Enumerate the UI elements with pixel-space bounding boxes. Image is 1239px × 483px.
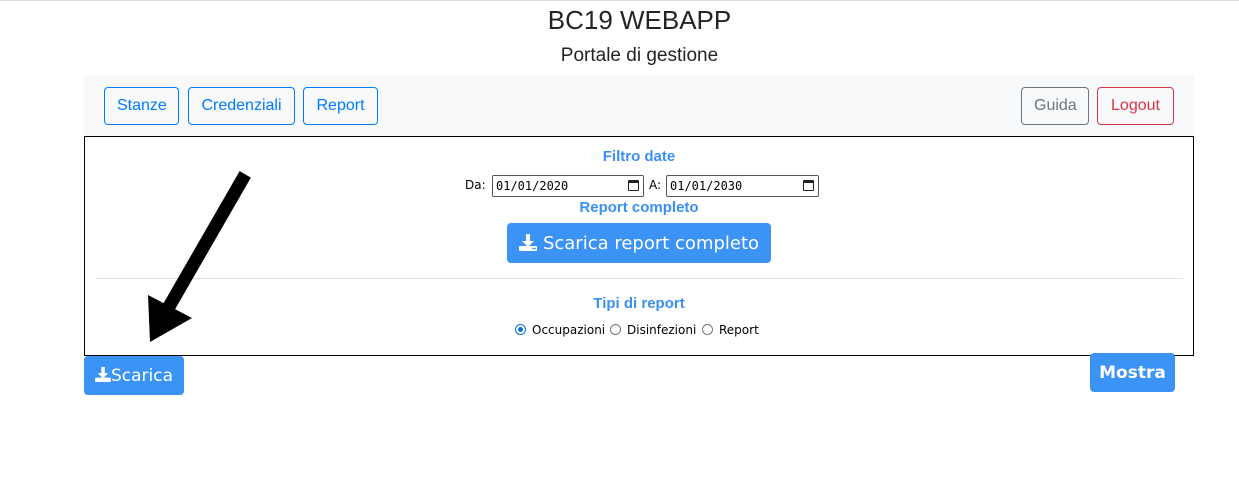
- app-title: BC19 WEBAPP: [547, 5, 732, 35]
- mostra-button[interactable]: Mostra: [1090, 353, 1175, 392]
- pointer-arrow-icon: [148, 171, 251, 342]
- calendar-icon[interactable]: [803, 180, 814, 191]
- from-label: Da:: [465, 178, 486, 192]
- download-full-report-button[interactable]: Scarica report completo: [507, 223, 771, 263]
- nav-stanze-button[interactable]: Stanze: [104, 87, 179, 125]
- radio-disinfezioni[interactable]: [610, 324, 621, 335]
- logout-button[interactable]: Logout: [1097, 87, 1174, 125]
- to-date-input[interactable]: 01/01/2030: [666, 175, 819, 197]
- scarica-button[interactable]: Scarica: [84, 356, 184, 395]
- navbar: Stanze Credenziali Report Guida Logout: [84, 75, 1194, 136]
- from-date-value: 01/01/2020: [496, 179, 569, 193]
- filter-title: Filtro date: [602, 148, 676, 165]
- nav-credenziali-button[interactable]: Credenziali: [188, 87, 295, 125]
- radio-occupazioni[interactable]: [515, 324, 526, 335]
- guida-button[interactable]: Guida: [1021, 87, 1089, 125]
- download-icon: [518, 233, 537, 251]
- from-date-input[interactable]: 01/01/2020: [492, 175, 644, 197]
- download-icon: [95, 366, 111, 382]
- nav-report-button[interactable]: Report: [303, 87, 378, 125]
- top-divider: [0, 0, 1239, 1]
- radio-disinfezioni-label: Disinfezioni: [627, 323, 697, 337]
- section-divider: [95, 278, 1183, 279]
- radio-report-label: Report: [719, 323, 759, 337]
- page-subtitle: Portale di gestione: [560, 45, 719, 66]
- to-date-value: 01/01/2030: [670, 179, 743, 193]
- calendar-icon[interactable]: [628, 180, 639, 191]
- scarica-label: Scarica: [110, 366, 174, 386]
- download-full-report-label: Scarica report completo: [542, 233, 760, 254]
- to-label: A:: [649, 178, 662, 192]
- radio-occupazioni-label: Occupazioni: [532, 323, 606, 337]
- radio-report[interactable]: [702, 324, 713, 335]
